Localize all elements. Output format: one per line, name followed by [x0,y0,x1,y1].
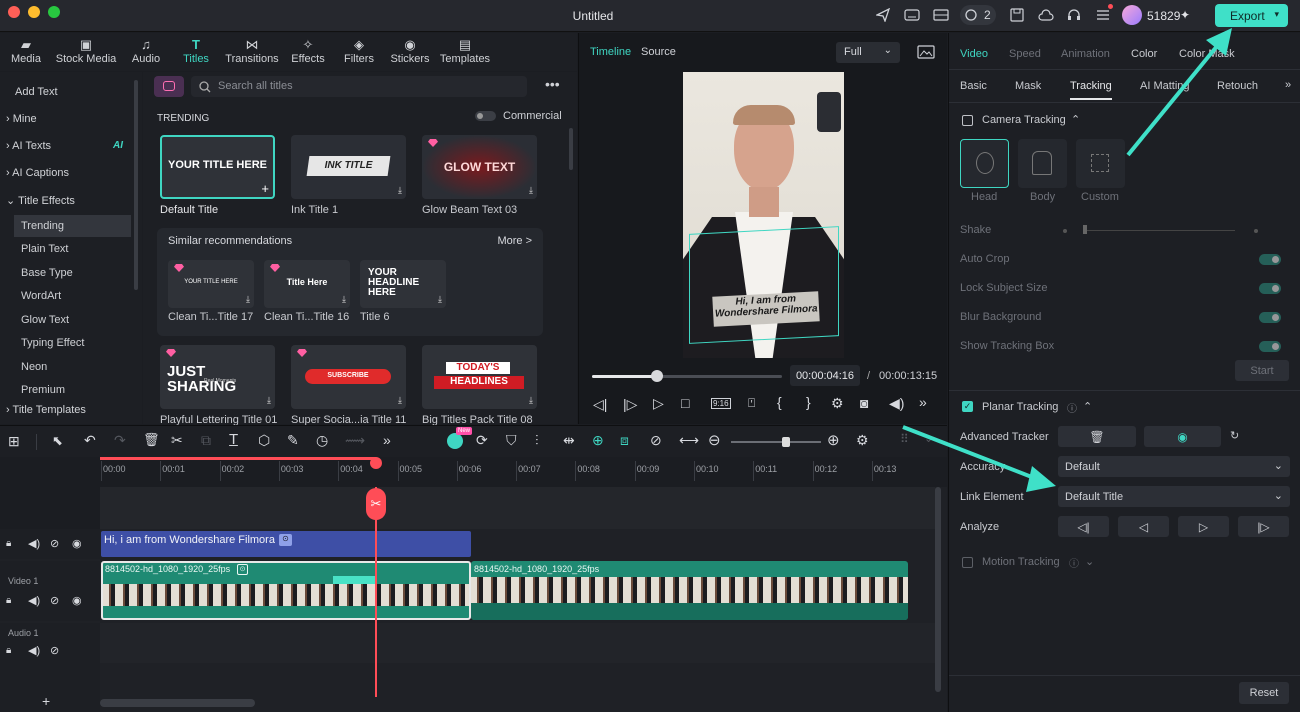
arrow-to-export [1126,38,1224,157]
annotation-arrows [902,28,1232,492]
arrowhead-link-element [1026,466,1056,492]
arrow-to-link-element [902,425,1043,483]
